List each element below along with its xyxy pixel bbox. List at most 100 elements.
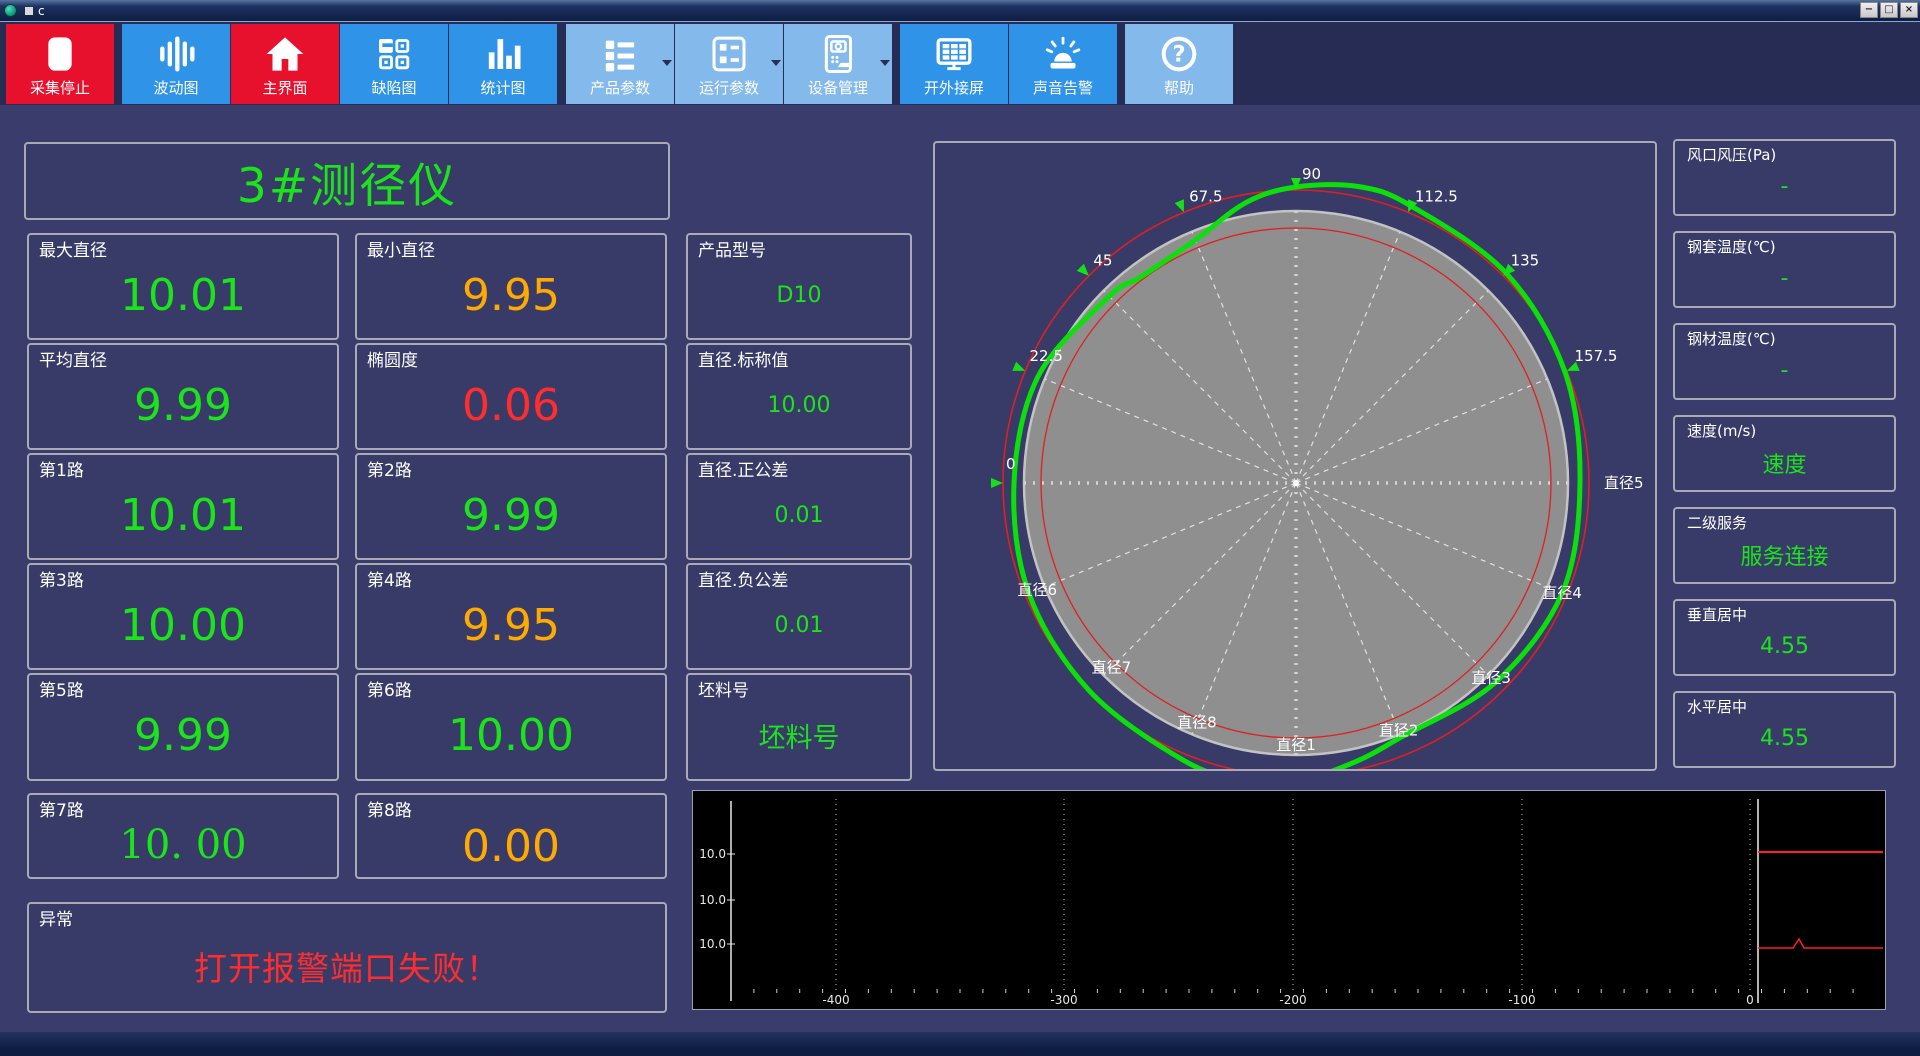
metric-label: 最大直径: [39, 241, 107, 261]
diameter-label: 直径2: [1379, 722, 1419, 740]
device-title: 3#测径仪: [236, 158, 458, 214]
toolbar-button-主界面[interactable]: 主界面: [231, 24, 339, 104]
device-title-box: 3#测径仪: [24, 142, 670, 220]
chevron-down-icon: [880, 60, 890, 66]
toolbar-button-label: 缺陷图: [371, 79, 417, 97]
status-label: 钢材温度(℃): [1687, 330, 1776, 348]
angle-label: 67.5: [1189, 188, 1222, 206]
diameter-label: 直径1: [1276, 736, 1316, 754]
status-label: 垂直居中: [1687, 606, 1748, 624]
angle-marker-icon: [1012, 361, 1026, 371]
angle-label: 22.5: [1030, 347, 1063, 365]
trend-plot-area: [693, 791, 1885, 1009]
metric-box-第7路: 第7路 10. 00: [27, 793, 339, 879]
metric-value: 9.95: [462, 269, 560, 321]
trend-y-tick-label: 10.0: [699, 847, 726, 861]
metric-box-第4路: 第4路 9.95: [355, 563, 667, 670]
metric-label: 直径.标称值: [698, 351, 789, 371]
minimize-button[interactable]: −: [1860, 2, 1878, 18]
metric-label: 第8路: [367, 801, 412, 821]
app-window: c − □ × 采集停止 波动图 主界面 缺陷图 统计图 产品参数 运行参数 设备管理 开外接屏…: [0, 0, 1920, 1056]
metric-box-坯料号: 坯料号 坯料号: [686, 673, 912, 781]
status-label: 水平居中: [1687, 698, 1748, 716]
diameter-label: 直径4: [1542, 584, 1582, 602]
waveform-icon: [156, 34, 196, 74]
toolbar-button-声音告警[interactable]: 声音告警: [1009, 24, 1117, 104]
status-box-钢套温度(℃): 钢套温度(℃) -: [1673, 231, 1896, 308]
toolbar-button-运行参数[interactable]: 运行参数: [675, 24, 783, 104]
alarm-message: 打开报警端口失败！: [194, 949, 500, 989]
maximize-button[interactable]: □: [1880, 2, 1898, 18]
bar-chart-icon: [483, 34, 523, 74]
metric-label: 坯料号: [698, 681, 749, 701]
angle-marker-icon: [1174, 199, 1184, 213]
status-value: -: [1780, 266, 1789, 292]
diameter-label: 直径8: [1177, 713, 1217, 731]
metric-label: 平均直径: [39, 351, 107, 371]
diameter-label: 直径5: [1604, 474, 1644, 492]
external-screen-icon: [934, 34, 974, 74]
metric-box-最大直径: 最大直径 10.01: [27, 233, 339, 340]
metric-value: 9.95: [462, 599, 560, 651]
toolbar-button-label: 开外接屏: [923, 79, 984, 97]
toolbar-button-label: 设备管理: [807, 79, 868, 97]
angle-marker-icon: [991, 478, 1003, 488]
metric-value: 0.00: [462, 820, 560, 872]
toolbar-button-采集停止[interactable]: 采集停止: [6, 24, 114, 104]
toolbar-button-label: 主界面: [262, 79, 308, 97]
toolbar-button-统计图[interactable]: 统计图: [449, 24, 557, 104]
metric-label: 第4路: [367, 571, 412, 591]
metric-value: 10.00: [448, 710, 574, 762]
trend-x-tick-label: -300: [1050, 993, 1077, 1007]
metric-value: 坯料号: [758, 723, 840, 755]
status-value: 4.55: [1760, 726, 1809, 752]
toolbar-button-label: 采集停止: [29, 79, 90, 97]
polar-center-dot: [1293, 480, 1299, 486]
status-box-二级服务: 二级服务服务连接: [1673, 507, 1896, 584]
trend-chart: -400 -300 -200 -100 0 10.0 10.0 10.0: [692, 790, 1886, 1010]
metric-box-第2路: 第2路 9.99: [355, 453, 667, 560]
status-label: 二级服务: [1687, 514, 1748, 532]
status-box-风口风压(Pa): 风口风压(Pa) -: [1673, 139, 1896, 216]
metric-value: 0.01: [774, 502, 824, 528]
status-label: 风口风压(Pa): [1687, 146, 1777, 164]
help-icon: ?: [1159, 34, 1199, 74]
toolbar-button-帮助[interactable]: ? 帮助: [1125, 24, 1233, 104]
metric-value: 10.01: [120, 489, 246, 541]
toolbar-button-label: 帮助: [1163, 79, 1194, 97]
diameter-label: 直径3: [1471, 669, 1511, 687]
trend-y-tick-label: 10.0: [699, 937, 726, 951]
metric-value: 0.06: [462, 379, 560, 431]
home-icon: [265, 34, 305, 74]
metric-box-第6路: 第6路 10.00: [355, 673, 667, 781]
status-value: -: [1780, 174, 1789, 200]
metric-value: 9.99: [134, 379, 232, 431]
metric-value: 10.01: [120, 269, 246, 321]
diameter-label: 直径6: [1018, 581, 1058, 599]
metric-box-直径.负公差: 直径.负公差 0.01: [686, 563, 912, 670]
toolbar-button-开外接屏[interactable]: 开外接屏: [900, 24, 1008, 104]
polar-profile-chart: 0 22.5 45 67.5 90 112.5 135 157.5 直径1 直径2 直径3 直径4 直径…: [933, 141, 1657, 787]
status-label: 速度(m/s): [1687, 422, 1757, 440]
metric-box-平均直径: 平均直径 9.99: [27, 343, 339, 450]
metric-value: 9.99: [134, 710, 232, 762]
angle-label: 90: [1302, 165, 1321, 183]
status-value: 服务连接: [1740, 544, 1829, 570]
metric-box-椭圆度: 椭圆度 0.06: [355, 343, 667, 450]
metric-value: 10.00: [120, 599, 246, 651]
alarm-label: 异常: [39, 910, 73, 930]
toolbar-button-波动图[interactable]: 波动图: [122, 24, 230, 104]
window-title: c: [38, 3, 45, 18]
metric-box-第1路: 第1路 10.01: [27, 453, 339, 560]
diameter-label: 直径7: [1092, 659, 1132, 677]
close-button[interactable]: ×: [1900, 2, 1918, 18]
toolbar-button-产品参数[interactable]: 产品参数: [566, 24, 674, 104]
toolbar-button-设备管理[interactable]: 设备管理: [784, 24, 892, 104]
metric-box-第3路: 第3路 10.00: [27, 563, 339, 670]
trend-x-tick-label: -400: [822, 993, 849, 1007]
status-box-速度(m/s): 速度(m/s) 速度: [1673, 415, 1896, 492]
metric-label: 最小直径: [367, 241, 435, 261]
toolbar-button-缺陷图[interactable]: 缺陷图: [340, 24, 448, 104]
svg-text:?: ?: [1172, 42, 1185, 68]
toolbar: 采集停止 波动图 主界面 缺陷图 统计图 产品参数 运行参数 设备管理 开外接屏 声音告警? 帮助: [0, 22, 1920, 105]
